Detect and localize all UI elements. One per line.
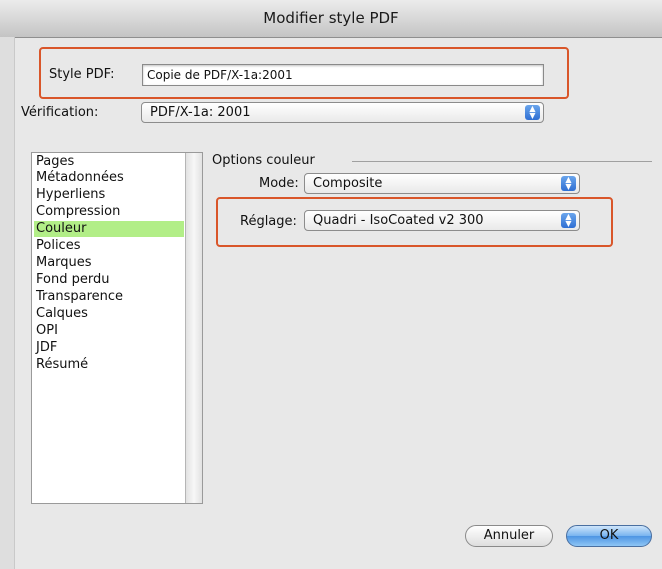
verification-label: Vérification:	[21, 105, 99, 120]
style-label: Style PDF:	[49, 67, 115, 82]
mode-select[interactable]: Composite ▲ ▼	[304, 173, 580, 194]
list-item-compression[interactable]: Compression	[34, 204, 184, 220]
mode-value: Composite	[313, 176, 383, 191]
window-left-edge	[0, 37, 15, 569]
list-item-metadonnees[interactable]: Métadonnées	[34, 170, 184, 186]
group-divider	[352, 161, 652, 162]
style-name-field[interactable]: Copie de PDF/X-1a:2001	[142, 64, 544, 86]
ok-button[interactable]: OK	[566, 525, 652, 547]
chevron-updown-icon: ▲ ▼	[561, 176, 576, 191]
list-item-marques[interactable]: Marques	[34, 255, 184, 271]
list-item-jdf[interactable]: JDF	[34, 340, 184, 356]
chevron-updown-icon: ▲ ▼	[525, 105, 540, 120]
chevron-updown-icon: ▲ ▼	[561, 213, 576, 228]
list-item-polices[interactable]: Polices	[34, 238, 184, 254]
list-item-calques[interactable]: Calques	[34, 306, 184, 322]
list-item-transparence[interactable]: Transparence	[34, 289, 184, 305]
verification-value: PDF/X-1a: 2001	[150, 105, 251, 120]
list-item-opi[interactable]: OPI	[34, 323, 184, 339]
reglage-value: Quadri - IsoCoated v2 300	[313, 213, 484, 228]
reglage-label: Réglage:	[240, 214, 297, 229]
list-scrollbar[interactable]	[185, 153, 202, 503]
list-item-resume[interactable]: Résumé	[34, 357, 184, 373]
list-item-pages[interactable]: Pages	[34, 154, 184, 170]
window-title: Modifier style PDF	[0, 0, 662, 38]
list-item-couleur[interactable]: Couleur	[34, 221, 184, 237]
reglage-select[interactable]: Quadri - IsoCoated v2 300 ▲ ▼	[304, 210, 580, 231]
group-title: Options couleur	[212, 153, 315, 168]
verification-select[interactable]: PDF/X-1a: 2001 ▲ ▼	[141, 102, 544, 123]
mode-label: Mode:	[259, 176, 299, 191]
cancel-button[interactable]: Annuler	[465, 525, 553, 547]
list-item-hyperliens[interactable]: Hyperliens	[34, 187, 184, 203]
sections-list[interactable]: Pages Métadonnées Hyperliens Compression…	[31, 152, 203, 504]
list-item-fond-perdu[interactable]: Fond perdu	[34, 272, 184, 288]
